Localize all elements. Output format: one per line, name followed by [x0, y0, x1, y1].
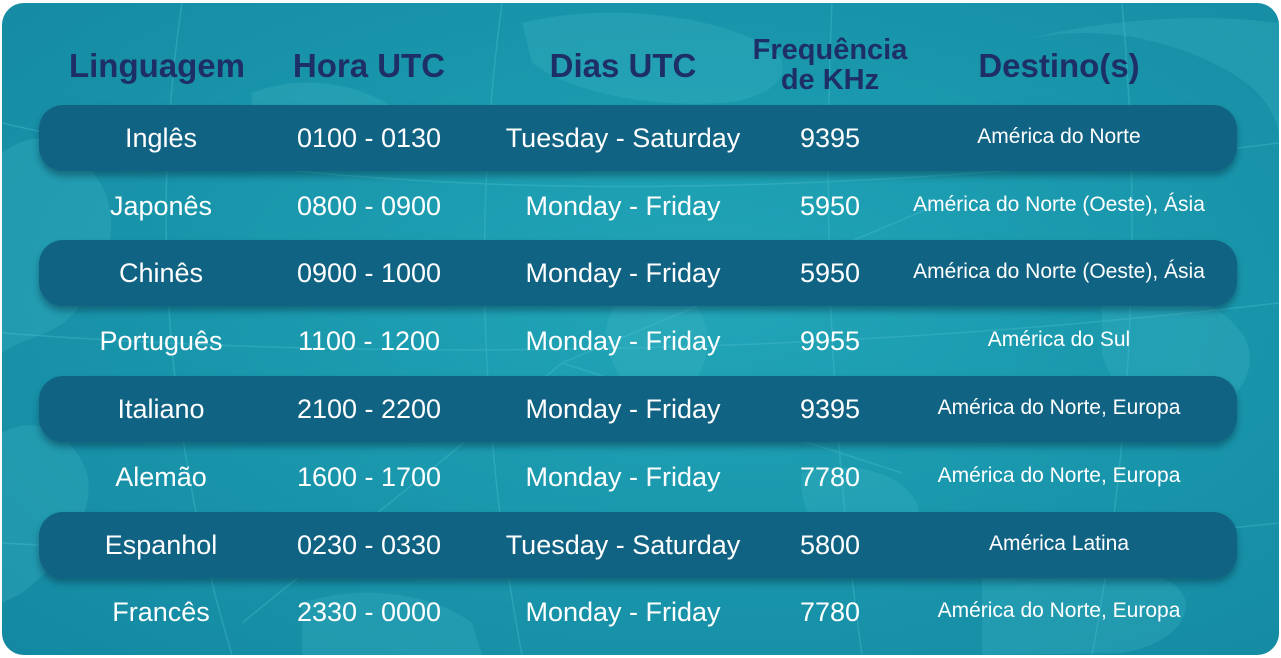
- cell-frequency: 7780: [799, 461, 861, 492]
- header-days-utc: Dias UTC: [549, 47, 697, 84]
- cell-days: Monday - Friday: [525, 190, 721, 221]
- table-row: Português 1100 - 1200 Monday - Friday 99…: [2, 308, 1279, 374]
- header-hour-utc: Hora UTC: [292, 47, 446, 84]
- cell-hour: 2100 - 2200: [296, 393, 442, 424]
- cell-hour: 0100 - 0130: [296, 122, 442, 153]
- cell-days: Monday - Friday: [525, 325, 721, 356]
- cell-hour: 0800 - 0900: [296, 190, 442, 221]
- cell-language: Italiano: [117, 393, 205, 424]
- table-row: Inglês 0100 - 0130 Tuesday - Saturday 93…: [2, 105, 1279, 171]
- cell-frequency: 9955: [799, 325, 861, 356]
- cell-frequency: 5800: [799, 529, 861, 560]
- cell-days: Tuesday - Saturday: [505, 122, 741, 153]
- table-row: Espanhol 0230 - 0330 Tuesday - Saturday …: [2, 512, 1279, 578]
- table-row: Japonês 0800 - 0900 Monday - Friday 5950…: [2, 173, 1279, 239]
- cell-language: Inglês: [124, 122, 198, 153]
- cell-language: Chinês: [118, 257, 204, 288]
- cell-frequency: 5950: [799, 257, 861, 288]
- header-language: Linguagem: [68, 47, 245, 84]
- cell-days: Monday - Friday: [525, 461, 721, 492]
- cell-language: Alemão: [115, 461, 207, 492]
- table-row: Francês 2330 - 0000 Monday - Friday 7780…: [2, 579, 1279, 645]
- cell-days: Monday - Friday: [525, 393, 721, 424]
- cell-hour: 0230 - 0330: [296, 529, 442, 560]
- cell-destination: América do Norte, Europa: [937, 395, 1181, 419]
- table-row: Alemão 1600 - 1700 Monday - Friday 7780 …: [2, 444, 1279, 510]
- header-frequency-line1: Frequência: [752, 34, 908, 66]
- cell-frequency: 7780: [799, 596, 861, 627]
- header-frequency-line2: de KHz: [780, 64, 880, 96]
- cell-frequency: 5950: [799, 190, 861, 221]
- table-row: Italiano 2100 - 2200 Monday - Friday 939…: [2, 376, 1279, 442]
- cell-destination: América do Norte (Oeste), Ásia: [913, 259, 1205, 283]
- cell-hour: 1100 - 1200: [297, 325, 441, 356]
- cell-destination: América do Norte, Europa: [937, 598, 1181, 622]
- cell-days: Monday - Friday: [525, 257, 721, 288]
- cell-language: Português: [99, 325, 223, 356]
- cell-language: Japonês: [109, 190, 213, 221]
- cell-destination: América do Norte (Oeste), Ásia: [913, 192, 1205, 216]
- cell-days: Tuesday - Saturday: [505, 529, 741, 560]
- cell-language: Francês: [112, 596, 210, 627]
- cell-destination: América do Norte, Europa: [937, 463, 1181, 487]
- schedule-card: Linguagem Hora UTC Dias UTC Frequência d…: [2, 3, 1279, 655]
- cell-hour: 2330 - 0000: [296, 596, 442, 627]
- header-destination: Destino(s): [978, 47, 1140, 84]
- cell-frequency: 9395: [799, 393, 861, 424]
- cell-frequency: 9395: [799, 122, 861, 153]
- cell-days: Monday - Friday: [525, 596, 721, 627]
- table-header: Linguagem Hora UTC Dias UTC Frequência d…: [2, 3, 1279, 103]
- cell-destination: América do Sul: [987, 327, 1131, 351]
- cell-destination: América Latina: [988, 531, 1130, 555]
- cell-hour: 0900 - 1000: [296, 257, 442, 288]
- table-row: Chinês 0900 - 1000 Monday - Friday 5950 …: [2, 240, 1279, 306]
- cell-hour: 1600 - 1700: [296, 461, 442, 492]
- cell-destination: América do Norte: [977, 124, 1141, 148]
- cell-language: Espanhol: [104, 529, 218, 560]
